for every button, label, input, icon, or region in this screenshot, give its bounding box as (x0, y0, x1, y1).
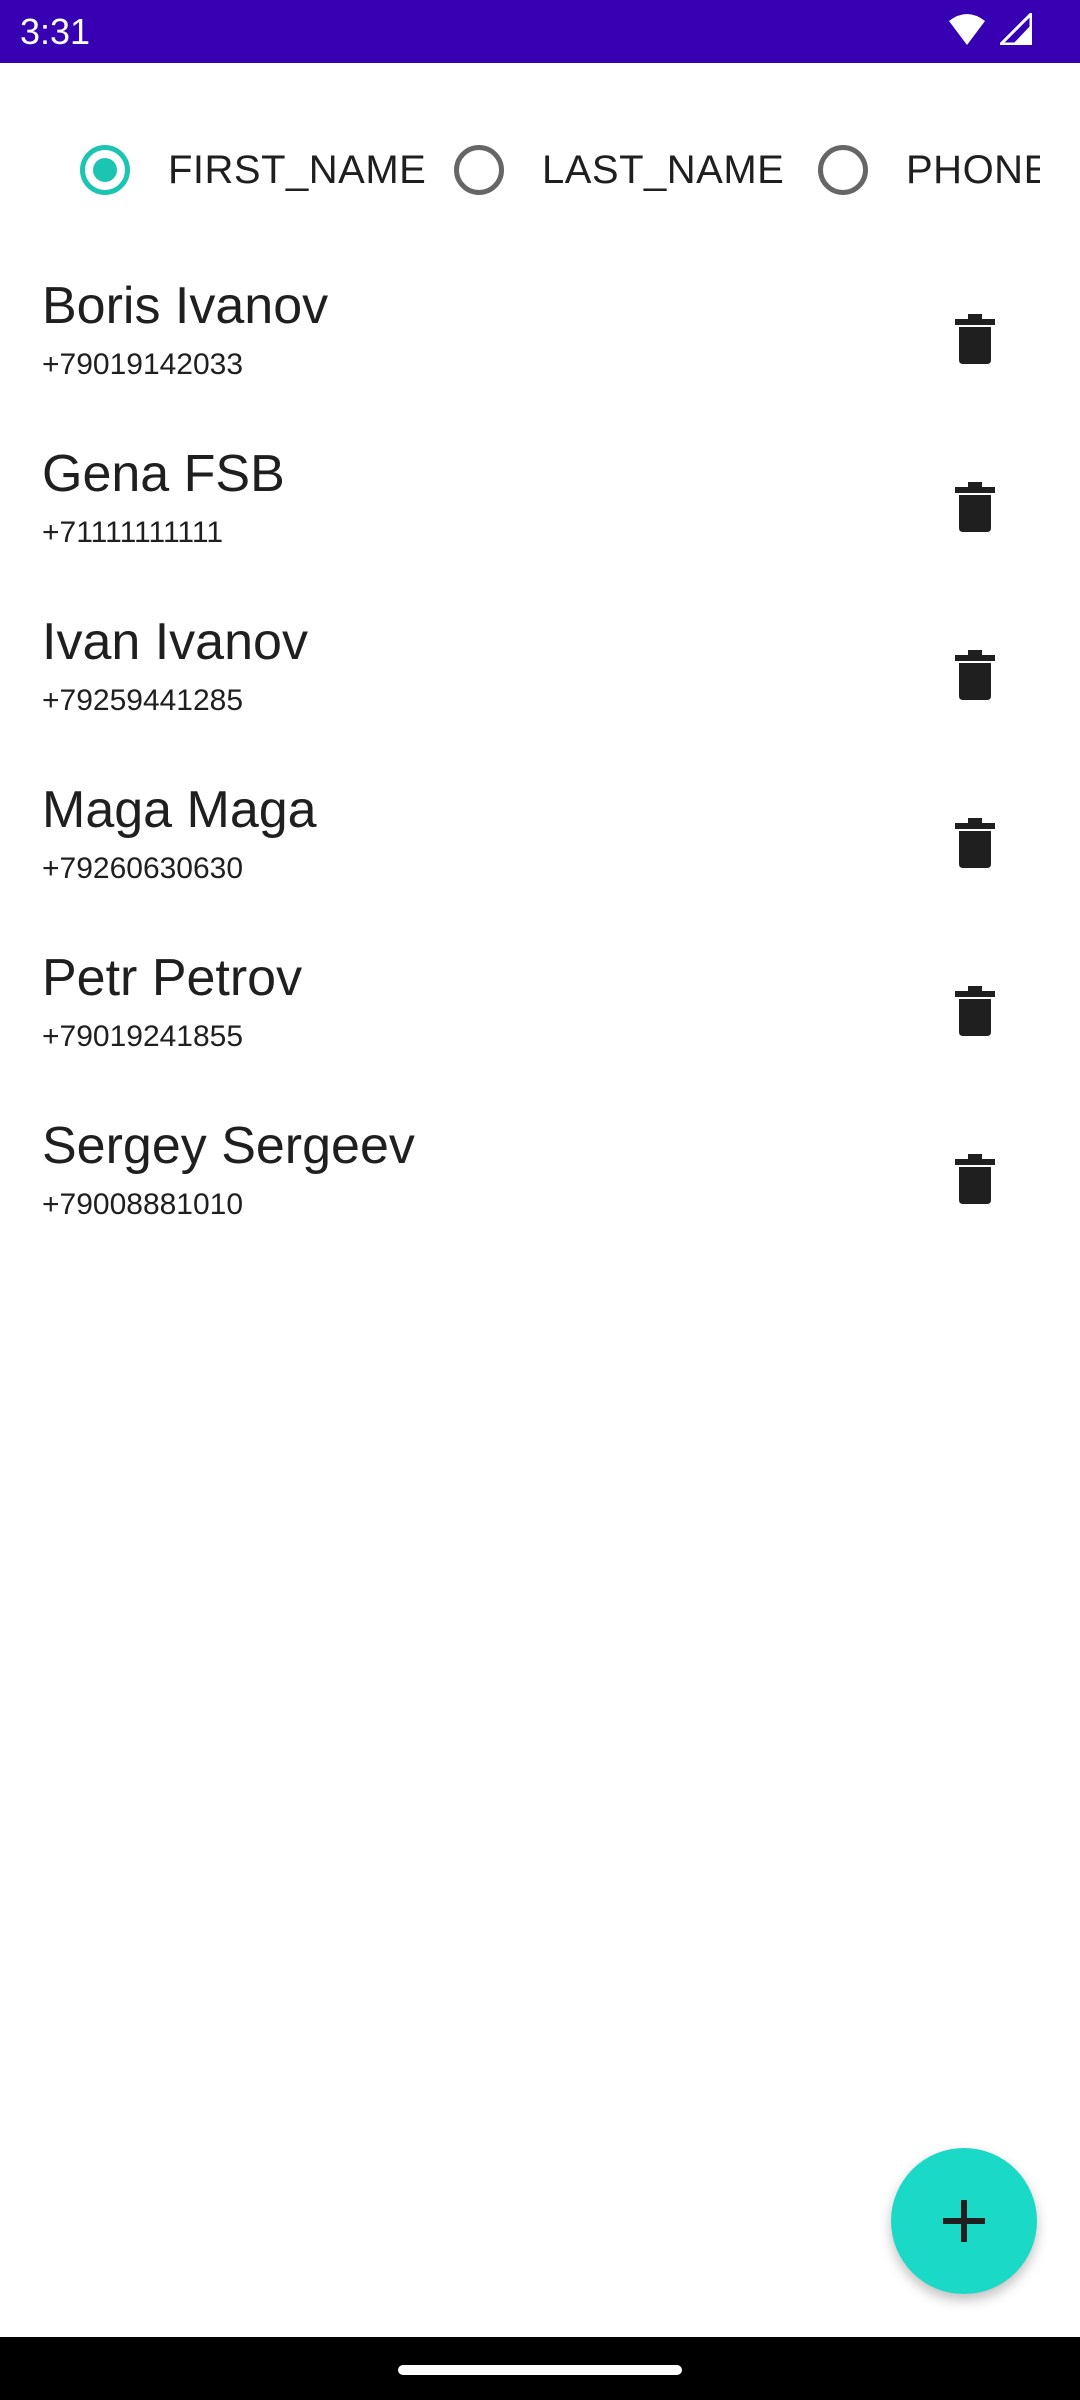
radio-phone[interactable]: PHONE (818, 130, 1040, 210)
contact-row[interactable]: Maga Maga +79260630630 (0, 759, 1080, 927)
delete-button[interactable] (940, 803, 1010, 883)
contact-phone: +79008881010 (42, 1188, 244, 1221)
trash-icon (955, 314, 995, 364)
contact-name: Maga Maga (42, 781, 317, 839)
contact-row[interactable]: Gena FSB +71111111111 (0, 423, 1080, 591)
add-contact-button[interactable] (891, 2148, 1037, 2294)
radio-label: PHONE (906, 147, 1040, 192)
status-time: 3:31 (20, 11, 91, 52)
radio-label: LAST_NAME (542, 147, 785, 192)
contact-row[interactable]: Boris Ivanov +79019142033 (0, 255, 1080, 423)
contact-list: Boris Ivanov +79019142033 Gena FSB +7111… (0, 255, 1080, 1263)
home-gesture-handle[interactable] (398, 2365, 682, 2375)
trash-icon (955, 1154, 995, 1204)
delete-button[interactable] (940, 299, 1010, 379)
radio-button[interactable] (454, 145, 504, 195)
delete-button[interactable] (940, 467, 1010, 547)
status-bar: 3:31 (0, 0, 1080, 63)
plus-icon (943, 2200, 985, 2242)
delete-button[interactable] (940, 971, 1010, 1051)
contact-phone: +79019241855 (42, 1020, 244, 1053)
contact-row[interactable]: Ivan Ivanov +79259441285 (0, 591, 1080, 759)
contact-name: Petr Petrov (42, 949, 303, 1007)
wifi-icon (948, 12, 986, 46)
sort-radio-group: FIRST_NAME LAST_NAME PHONE (0, 130, 1040, 210)
radio-last-name[interactable]: LAST_NAME (454, 130, 784, 210)
navigation-bar (0, 2337, 1080, 2400)
trash-icon (955, 482, 995, 532)
cell-signal-icon (1000, 13, 1032, 45)
contact-phone: +79019142033 (42, 348, 244, 381)
trash-icon (955, 818, 995, 868)
delete-button[interactable] (940, 1139, 1010, 1219)
contact-name: Ivan Ivanov (42, 613, 308, 671)
radio-button-checked[interactable] (80, 145, 130, 195)
contact-name: Gena FSB (42, 445, 285, 503)
contact-name: Sergey Sergeev (42, 1117, 415, 1175)
delete-button[interactable] (940, 635, 1010, 715)
trash-icon (955, 986, 995, 1036)
radio-label: FIRST_NAME (168, 147, 427, 192)
radio-first-name[interactable]: FIRST_NAME (80, 130, 426, 210)
status-icons (948, 12, 1032, 46)
contact-row[interactable]: Petr Petrov +79019241855 (0, 927, 1080, 1095)
trash-icon (955, 650, 995, 700)
contact-row[interactable]: Sergey Sergeev +79008881010 (0, 1095, 1080, 1263)
contact-name: Boris Ivanov (42, 277, 329, 335)
radio-button[interactable] (818, 145, 868, 195)
contact-phone: +79260630630 (42, 852, 244, 885)
contact-phone: +71111111111 (42, 516, 224, 549)
contact-phone: +79259441285 (42, 684, 244, 717)
